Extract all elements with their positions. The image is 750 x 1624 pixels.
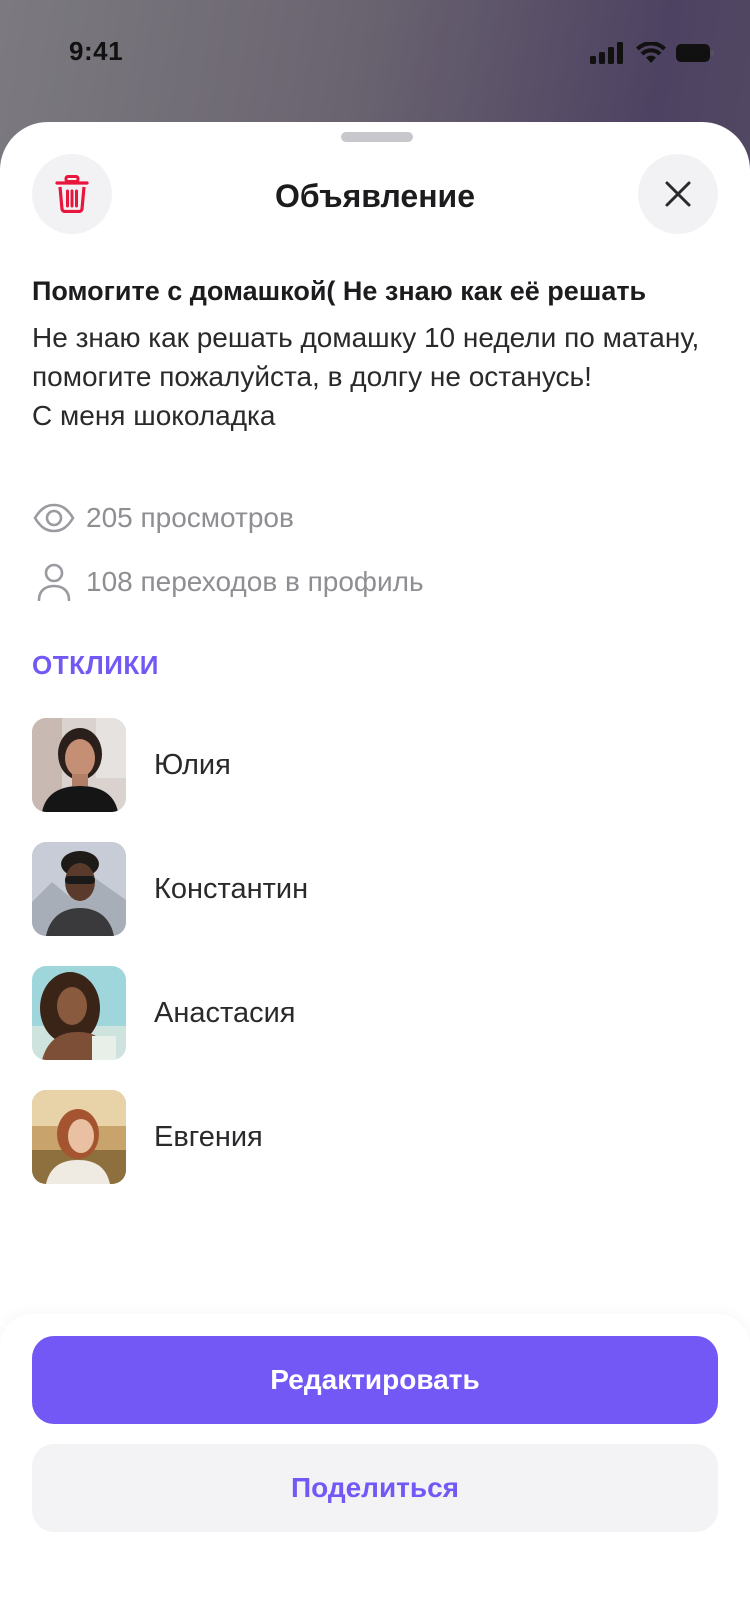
bottom-actions: Редактировать Поделиться <box>0 1314 750 1624</box>
user-icon <box>32 562 76 602</box>
wifi-icon <box>636 42 666 63</box>
close-icon <box>665 181 691 207</box>
views-count: 205 просмотров <box>86 502 294 533</box>
responder-name: Юлия <box>154 748 231 781</box>
responses-section-title: ОТКЛИКИ <box>32 650 159 680</box>
views-stat: 205 просмотров <box>32 498 294 538</box>
battery-icon <box>676 44 714 62</box>
edit-button[interactable]: Редактировать <box>32 1336 718 1424</box>
avatar <box>32 966 126 1060</box>
responder-item[interactable]: Юлия <box>32 718 231 812</box>
status-bar: 9:41 <box>0 0 750 110</box>
ad-sheet: Объявление Помогите с домашкой( Не знаю … <box>0 122 750 1624</box>
sheet-grabber[interactable] <box>341 132 413 142</box>
profile-visits-stat: 108 переходов в профиль <box>32 562 424 602</box>
avatar <box>32 842 126 936</box>
close-button[interactable] <box>638 154 718 234</box>
signal-icon <box>590 42 623 64</box>
profile-visits-count: 108 переходов в профиль <box>86 566 424 597</box>
avatar <box>32 1090 126 1184</box>
responder-item[interactable]: Анастасия <box>32 966 295 1060</box>
eye-icon <box>32 498 76 538</box>
ad-title: Помогите с домашкой( Не знаю как её реша… <box>32 276 647 306</box>
share-button[interactable]: Поделиться <box>32 1444 718 1532</box>
responder-name: Евгения <box>154 1120 263 1153</box>
status-icons <box>590 42 714 64</box>
avatar <box>32 718 126 812</box>
responder-name: Анастасия <box>154 996 296 1029</box>
responder-name: Константин <box>154 872 309 905</box>
ad-description: Не знаю как решать домашку 10 недели по … <box>32 322 700 431</box>
responder-item[interactable]: Константин <box>32 842 308 936</box>
status-time: 9:41 <box>69 36 124 66</box>
responder-item[interactable]: Евгения <box>32 1090 263 1184</box>
